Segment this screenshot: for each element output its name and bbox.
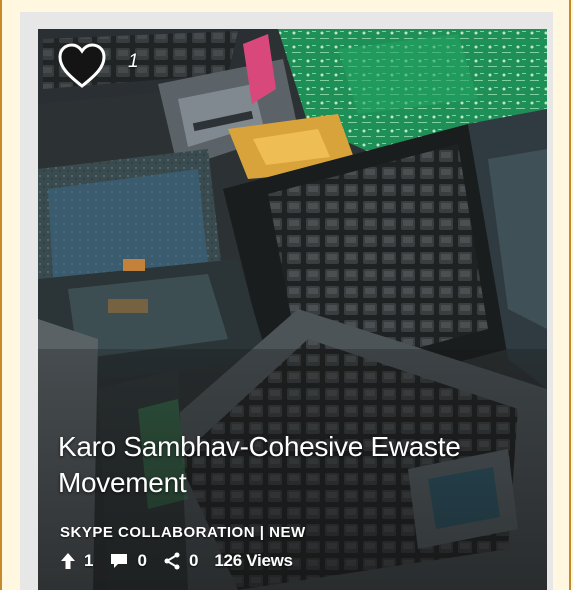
speech-bubble-icon	[111, 554, 128, 568]
like-count: 1	[128, 51, 139, 72]
like-button[interactable]	[58, 43, 106, 89]
upvote-button[interactable]: 1	[60, 551, 93, 571]
comment-button[interactable]: 0	[109, 551, 147, 571]
category-link[interactable]: SKYPE COLLABORATION	[60, 524, 255, 541]
category-line: SKYPE COLLABORATION | NEW	[60, 524, 306, 541]
arrow-up-icon	[61, 553, 75, 569]
stats-bar: 1 0 0 126 Views	[60, 549, 293, 573]
view-count: 126 Views	[214, 551, 293, 570]
heart-icon	[58, 43, 106, 88]
share-button[interactable]: 0	[163, 551, 198, 571]
idea-title[interactable]: Karo Sambhav-Cohesive Ewaste Movement	[58, 429, 528, 501]
status-link[interactable]: NEW	[269, 524, 306, 541]
share-count: 0	[188, 551, 199, 570]
comment-count: 0	[137, 551, 147, 570]
idea-card[interactable]: 1 Karo Sambhav-Cohesive Ewaste Movement …	[38, 29, 547, 590]
share-icon	[164, 552, 180, 570]
upvote-count: 1	[84, 551, 94, 570]
category-separator: |	[259, 524, 265, 541]
